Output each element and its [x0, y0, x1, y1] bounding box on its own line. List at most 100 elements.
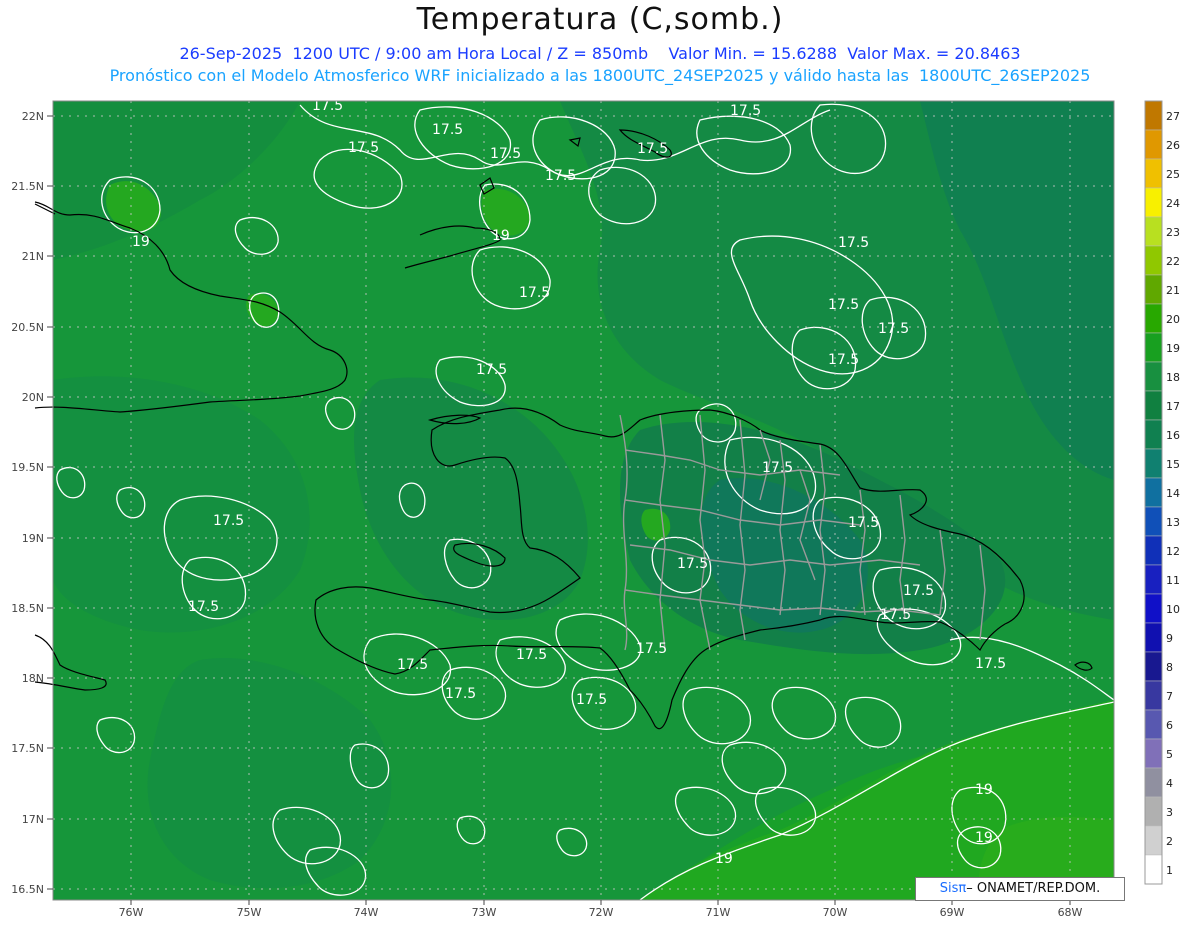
colorbar: 2726252423222120191817161514131211109876… [1144, 100, 1180, 885]
lon-label: 76W [119, 906, 144, 919]
contour-label: 19 [715, 851, 733, 867]
contour-label: 17.5 [516, 647, 547, 663]
contour-label: 17.5 [348, 140, 379, 156]
colorbar-label: 7 [1166, 690, 1173, 703]
contour-label: 17.5 [213, 513, 244, 529]
contour-label: 17.5 [878, 321, 909, 337]
colorbar-swatch [1144, 187, 1163, 218]
lat-label: 19N [22, 532, 44, 545]
colorbar-swatch [1144, 100, 1163, 131]
colorbar-swatch [1144, 709, 1163, 740]
sis-logo-text: Sisπ [939, 881, 967, 896]
colorbar-label: 26 [1166, 139, 1180, 152]
contour-label: 17.5 [576, 692, 607, 708]
lon-label: 71W [706, 906, 731, 919]
lat-label: 18N [22, 672, 44, 685]
contour-label: 17.5 [476, 362, 507, 378]
contour-label: 17.5 [880, 607, 911, 623]
colorbar-swatch [1144, 680, 1163, 711]
credit-box: Sisπ– ONAMET/REP.DOM. [915, 877, 1125, 901]
colorbar-label: 3 [1166, 806, 1173, 819]
contour-label: 17.5 [432, 122, 463, 138]
lat-axis: 22N 21.5N 21N 20.5N 20N 19.5N 19N 18.5N … [11, 110, 44, 896]
temperature-shading [53, 101, 1114, 900]
colorbar-label: 11 [1166, 574, 1180, 587]
lat-label: 21.5N [11, 180, 44, 193]
lat-label: 20N [22, 391, 44, 404]
colorbar-label: 19 [1166, 342, 1180, 355]
colorbar-swatch [1144, 535, 1163, 566]
colorbar-label: 21 [1166, 284, 1180, 297]
colorbar-label: 20 [1166, 313, 1180, 326]
lon-label: 69W [940, 906, 965, 919]
contour-label: 17.5 [637, 141, 668, 157]
colorbar-swatch [1144, 274, 1163, 305]
lon-label: 68W [1058, 906, 1083, 919]
colorbar-swatch [1144, 303, 1163, 334]
colorbar-swatch [1144, 796, 1163, 827]
contour-label: 17.5 [762, 460, 793, 476]
contour-label: 17.5 [838, 235, 869, 251]
contour-label: 19 [975, 830, 993, 846]
credit-text: ONAMET/REP.DOM. [976, 881, 1101, 896]
contour-label: 17.5 [848, 515, 879, 531]
lat-label: 21N [22, 250, 44, 263]
contour-label: 19 [975, 782, 993, 798]
colorbar-label: 23 [1166, 226, 1180, 239]
lat-label: 18.5N [11, 602, 44, 615]
contour-label: 17.5 [445, 686, 476, 702]
colorbar-label: 15 [1166, 458, 1180, 471]
contour-label: 17.5 [903, 583, 934, 599]
colorbar-swatch [1144, 767, 1163, 798]
colorbar-swatch [1144, 506, 1163, 537]
contour-label: 19 [132, 234, 150, 250]
lon-label: 70W [823, 906, 848, 919]
colorbar-label: 1 [1166, 864, 1173, 877]
colorbar-label: 13 [1166, 516, 1180, 529]
contour-label: 17.5 [975, 656, 1006, 672]
lon-label: 73W [472, 906, 497, 919]
colorbar-swatch [1144, 854, 1163, 885]
colorbar-swatch [1144, 622, 1163, 653]
colorbar-label: 25 [1166, 168, 1180, 181]
colorbar-swatch [1144, 448, 1163, 479]
lat-label: 17.5N [11, 742, 44, 755]
contour-label: 17.5 [188, 599, 219, 615]
lat-label: 20.5N [11, 321, 44, 334]
contour-label: 17.5 [545, 168, 576, 184]
lat-label: 16.5N [11, 883, 44, 896]
colorbar-label: 10 [1166, 603, 1180, 616]
contour-label: 17.5 [312, 98, 343, 114]
colorbar-swatch [1144, 825, 1163, 856]
lat-ticks [47, 115, 53, 890]
colorbar-label: 6 [1166, 719, 1173, 732]
colorbar-swatch [1144, 738, 1163, 769]
contour-label: 17.5 [828, 297, 859, 313]
lon-label: 75W [237, 906, 262, 919]
colorbar-label: 5 [1166, 748, 1173, 761]
colorbar-label: 9 [1166, 632, 1173, 645]
colorbar-swatch [1144, 477, 1163, 508]
colorbar-label: 27 [1166, 110, 1180, 123]
colorbar-label: 22 [1166, 255, 1180, 268]
contour-label: 17.5 [397, 657, 428, 673]
colorbar-swatch [1144, 129, 1163, 160]
colorbar-swatch [1144, 158, 1163, 189]
colorbar-label: 17 [1166, 400, 1180, 413]
colorbar-swatch [1144, 332, 1163, 363]
contour-label: 17.5 [519, 285, 550, 301]
colorbar-label: 2 [1166, 835, 1173, 848]
contour-label: 19 [492, 228, 510, 244]
colorbar-swatch [1144, 361, 1163, 392]
contour-label: 17.5 [730, 103, 761, 119]
lon-label: 74W [354, 906, 379, 919]
contour-label: 17.5 [828, 352, 859, 368]
colorbar-swatch [1144, 651, 1163, 682]
colorbar-label: 16 [1166, 429, 1180, 442]
lat-label: 22N [22, 110, 44, 123]
colorbar-label: 24 [1166, 197, 1180, 210]
colorbar-swatch [1144, 216, 1163, 247]
lat-label: 17N [22, 813, 44, 826]
contour-label: 17.5 [490, 146, 521, 162]
lon-axis: 76W 75W 74W 73W 72W 71W 70W 69W 68W [119, 906, 1083, 919]
